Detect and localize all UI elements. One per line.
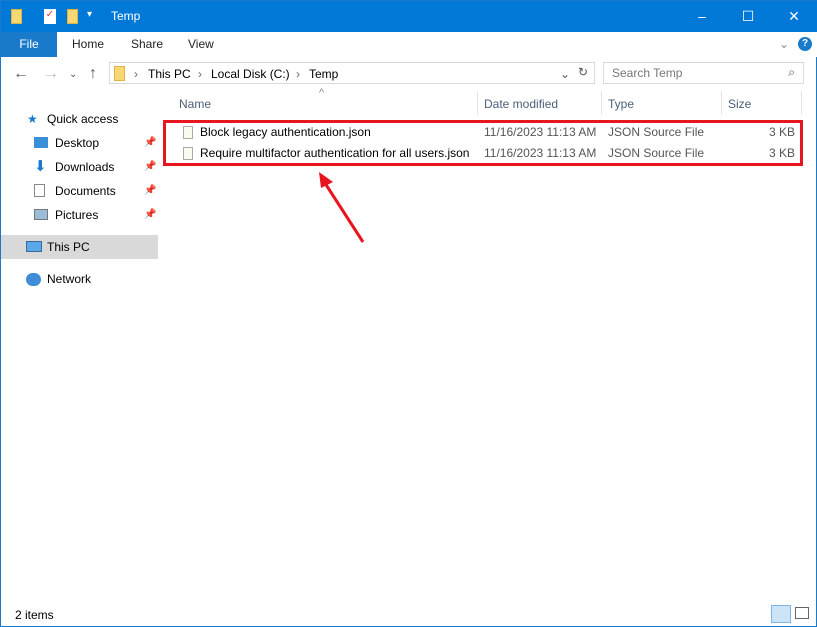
- new-folder-icon[interactable]: [67, 9, 78, 24]
- pictures-icon: [34, 209, 48, 220]
- large-icons-view-button[interactable]: [795, 607, 809, 619]
- column-date-modified[interactable]: Date modified: [484, 97, 558, 111]
- tab-file[interactable]: File: [1, 32, 57, 57]
- help-icon[interactable]: ?: [798, 37, 812, 51]
- search-icon: ⌕: [788, 65, 795, 79]
- sidebar-item-this-pc[interactable]: This PC: [1, 235, 158, 259]
- search-input[interactable]: Search Temp ⌕: [603, 62, 804, 84]
- pin-icon[interactable]: 📌: [144, 179, 156, 203]
- highlight-box: [163, 120, 803, 166]
- pin-icon[interactable]: 📌: [144, 155, 156, 179]
- navigation-pane: ★ Quick access Desktop 📌 ⬇ Downloads 📌 Docum…: [1, 97, 159, 597]
- sidebar-item-desktop[interactable]: Desktop 📌: [1, 131, 158, 155]
- sidebar-item-label: Desktop: [55, 136, 100, 150]
- sidebar-item-pictures[interactable]: Pictures 📌: [1, 203, 158, 227]
- refresh-icon[interactable]: ↻: [578, 65, 588, 79]
- sidebar-item-quick-access[interactable]: ★ Quick access: [1, 107, 158, 131]
- recent-locations-icon[interactable]: ⌄: [69, 69, 77, 80]
- address-bar[interactable]: › This PC › Local Disk (C:) › Temp ⌄ ↻: [109, 62, 595, 84]
- search-placeholder: Search Temp: [612, 66, 683, 80]
- sidebar-item-label: Documents: [55, 184, 116, 198]
- folder-icon: [11, 9, 22, 24]
- tab-view[interactable]: View: [174, 32, 228, 57]
- maximize-button[interactable]: ☐: [725, 1, 771, 32]
- minimize-button[interactable]: –: [679, 1, 725, 32]
- pin-icon[interactable]: 📌: [144, 131, 156, 155]
- star-icon: ★: [27, 112, 38, 126]
- title-bar: ✓ ▾ Temp – ☐ ✕: [1, 1, 817, 32]
- sidebar-item-documents[interactable]: Documents 📌: [1, 179, 158, 203]
- sidebar-item-label: Downloads: [55, 160, 115, 174]
- annotation-arrow: [319, 172, 365, 243]
- expand-ribbon-icon[interactable]: ⌄: [779, 37, 789, 51]
- pin-icon[interactable]: 📌: [144, 203, 156, 227]
- properties-icon[interactable]: ✓: [44, 9, 56, 24]
- tab-home[interactable]: Home: [58, 32, 118, 57]
- sidebar-item-label: Pictures: [55, 208, 99, 222]
- sort-ascending-icon: ^: [319, 87, 325, 99]
- ribbon: File Home Share View ⌄ ?: [1, 32, 817, 57]
- status-item-count: 2 items: [15, 608, 54, 622]
- network-icon: [26, 273, 41, 286]
- desktop-icon: [34, 137, 48, 148]
- breadcrumb-this-pc[interactable]: This PC: [148, 67, 191, 81]
- sidebar-item-network[interactable]: Network: [1, 267, 158, 291]
- column-size[interactable]: Size: [728, 97, 751, 111]
- tab-share[interactable]: Share: [117, 32, 177, 57]
- sidebar-item-downloads[interactable]: ⬇ Downloads 📌: [1, 155, 158, 179]
- sidebar-item-label: Quick access: [47, 112, 119, 126]
- details-view-button[interactable]: [771, 605, 791, 623]
- sidebar-item-label: This PC: [47, 240, 90, 254]
- customize-toolbar-icon[interactable]: ▾: [87, 9, 92, 20]
- sidebar-item-label: Network: [47, 272, 92, 286]
- breadcrumb-temp[interactable]: Temp: [309, 67, 338, 81]
- address-dropdown-icon[interactable]: ⌄: [560, 67, 570, 81]
- column-headers: ^ Name Date modified Type Size: [161, 87, 802, 115]
- computer-icon: [26, 241, 42, 252]
- forward-button[interactable]: →: [43, 65, 59, 83]
- folder-icon: [114, 66, 125, 81]
- back-button[interactable]: ←: [13, 65, 29, 83]
- up-button[interactable]: ↑: [89, 65, 97, 83]
- close-button[interactable]: ✕: [771, 1, 817, 32]
- column-name[interactable]: Name: [179, 97, 211, 111]
- column-type[interactable]: Type: [608, 97, 634, 111]
- documents-icon: [34, 184, 45, 197]
- breadcrumb-local-disk[interactable]: Local Disk (C:): [211, 67, 290, 81]
- download-icon: ⬇: [34, 158, 47, 175]
- window-title: Temp: [111, 9, 141, 23]
